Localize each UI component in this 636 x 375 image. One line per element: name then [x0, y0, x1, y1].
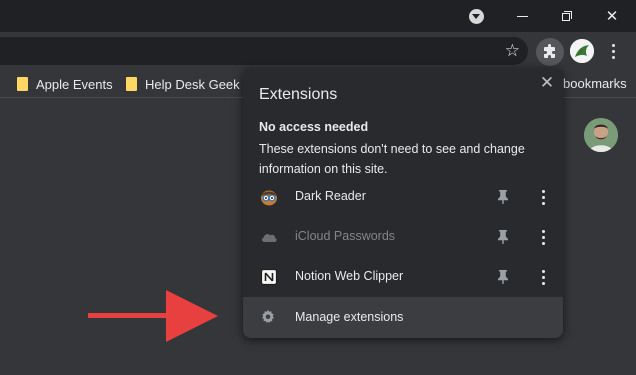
avatar-photo-icon: [584, 118, 618, 152]
minimize-button[interactable]: [500, 0, 544, 32]
tab-search-dropdown-icon[interactable]: [469, 9, 484, 24]
panel-title: Extensions: [259, 86, 338, 103]
notion-icon: [260, 268, 278, 286]
extension-row-icloud-passwords[interactable]: iCloud Passwords: [243, 217, 563, 257]
panel-close-button[interactable]: ✕: [538, 74, 556, 92]
extension-menu-button[interactable]: [539, 268, 547, 286]
bookmark-label: Apple Events: [36, 76, 113, 92]
extension-menu-button[interactable]: [539, 188, 547, 206]
bookmark-folder-apple-events[interactable]: Apple Events: [17, 75, 113, 93]
extensions-button[interactable]: [536, 38, 564, 66]
restore-button[interactable]: [545, 0, 589, 32]
icloud-icon: [261, 234, 277, 242]
close-icon: ✕: [539, 73, 555, 92]
extensions-panel: Extensions ✕ No access needed These exte…: [243, 68, 563, 338]
bookmark-label: Help Desk Geek: [145, 76, 240, 92]
extension-menu-button[interactable]: [539, 228, 547, 246]
annotation-arrow-icon: [88, 290, 218, 342]
extension-name: Notion Web Clipper: [295, 269, 404, 283]
folder-icon: [126, 77, 137, 91]
bookmark-folder-help-desk-geek[interactable]: Help Desk Geek: [126, 75, 240, 93]
page-profile-avatar[interactable]: [584, 118, 618, 152]
address-bar[interactable]: ☆: [0, 37, 528, 65]
close-icon: ✕: [605, 8, 619, 25]
extension-name: Dark Reader: [295, 189, 366, 203]
minimize-icon: [516, 15, 528, 17]
extension-name: iCloud Passwords: [295, 229, 396, 243]
section-description: These extensions don't need to see and c…: [259, 142, 525, 176]
extension-row-notion-web-clipper[interactable]: Notion Web Clipper: [243, 257, 563, 297]
manage-extensions-label: Manage extensions: [295, 310, 404, 324]
puzzle-icon: [544, 44, 555, 58]
extension-row-dark-reader[interactable]: Dark Reader: [243, 177, 563, 217]
pin-icon[interactable]: [497, 269, 509, 285]
dark-reader-icon: [261, 190, 277, 206]
restore-icon: [561, 10, 573, 22]
other-bookmarks[interactable]: bookmarks: [563, 75, 627, 93]
profile-avatar-button[interactable]: [570, 39, 594, 63]
title-bar: ✕: [0, 0, 636, 32]
folder-icon: [17, 77, 28, 91]
bookmark-star-icon[interactable]: ☆: [505, 40, 520, 62]
chrome-menu-button[interactable]: [608, 40, 618, 62]
profile-avatar-icon: [570, 39, 594, 63]
gear-icon: [262, 310, 274, 323]
pin-icon[interactable]: [497, 229, 509, 245]
section-heading: No access needed: [259, 120, 369, 134]
close-window-button[interactable]: ✕: [590, 0, 634, 32]
toolbar: ☆: [0, 32, 636, 70]
pin-icon[interactable]: [497, 189, 509, 205]
manage-extensions-button[interactable]: Manage extensions: [243, 297, 563, 338]
